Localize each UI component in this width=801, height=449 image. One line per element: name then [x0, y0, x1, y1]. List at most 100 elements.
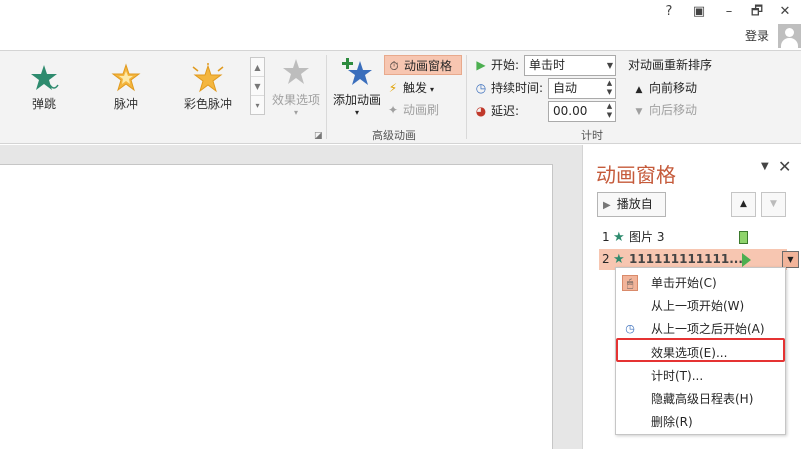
delay-label: ◕ 延迟:: [474, 101, 519, 121]
gallery-scrollbar[interactable]: ▲ ▼ ▾: [250, 57, 265, 115]
move-up-button[interactable]: ▲: [731, 192, 756, 217]
delay-value: 00.00: [553, 104, 588, 118]
triangle-down-icon: ▼: [635, 107, 643, 117]
delay-input[interactable]: 00.00 ▲ ▼: [548, 101, 616, 122]
close-button[interactable]: ✕: [772, 2, 798, 22]
animation-row[interactable]: 1 ★ 图片 3: [602, 227, 788, 248]
bounce-star-icon: [31, 65, 59, 90]
row-index: 1: [602, 230, 610, 244]
animation-pane-button[interactable]: ⏱ 动画窗格: [384, 55, 462, 75]
row-name: 图片 3: [629, 230, 665, 244]
menu-item-label: 从上一项之后开始(A): [651, 322, 765, 336]
start-select-value: 单击时: [529, 58, 566, 72]
chevron-down-icon: ▾: [354, 108, 359, 117]
add-animation-star-icon: [342, 58, 372, 85]
start-label: ▶ 开始:: [474, 55, 519, 75]
play-icon: ▶: [476, 58, 486, 72]
color-pulse-star-icon: [192, 63, 224, 93]
timing-play-icon[interactable]: [742, 253, 751, 267]
title-bar: ? ▣ – 🗗 ✕ 登录: [0, 0, 801, 50]
gallery-more-icon[interactable]: ▾: [251, 96, 264, 115]
chevron-down-icon: ▾: [430, 85, 435, 94]
play-icon: ▶: [603, 200, 611, 211]
menu-item-label: 隐藏高级日程表(H): [651, 392, 754, 406]
move-earlier-button[interactable]: ▲ 向前移动: [632, 78, 697, 98]
gallery-label: 彩色脉冲: [183, 97, 232, 111]
slide[interactable]: [0, 164, 553, 449]
reorder-title: 对动画重新排序: [628, 58, 713, 72]
animation-painter-button[interactable]: ✦ 动画刷: [386, 100, 439, 120]
star-icon: ★: [613, 230, 625, 245]
triangle-down-icon: ▼: [770, 199, 777, 209]
painter-star-icon: ✦: [387, 103, 399, 117]
clock-icon: ◷: [475, 81, 487, 95]
duration-label-text: 持续时间:: [491, 81, 544, 95]
menu-item-label: 单击开始(C): [651, 276, 717, 290]
menu-item-timing[interactable]: 计时(T)...: [616, 365, 785, 387]
dialog-launcher-icon[interactable]: ◪: [314, 131, 323, 141]
move-later-button[interactable]: ▼ 向后移动: [632, 100, 697, 120]
menu-item-label: 删除(R): [651, 415, 693, 429]
gallery-item-color-pulse[interactable]: 彩色脉冲: [176, 57, 240, 115]
start-select[interactable]: 单击时 ▼: [524, 55, 616, 76]
delay-clock-icon: ◕: [475, 104, 487, 118]
help-button[interactable]: ?: [656, 2, 682, 22]
gallery-item-bounce[interactable]: 弹跳: [12, 57, 76, 115]
avatar[interactable]: [778, 24, 801, 48]
spinner-icon[interactable]: ▲ ▼: [604, 79, 615, 98]
start-label-text: 开始:: [491, 58, 520, 72]
mouse-click-icon: 🖱: [622, 275, 638, 291]
menu-item-label: 计时(T)...: [651, 369, 704, 383]
animation-pane-icon: ⏱: [389, 59, 399, 73]
slide-canvas: [0, 145, 582, 449]
gallery-scroll-down-icon[interactable]: ▼: [251, 77, 264, 96]
minimize-button[interactable]: –: [716, 2, 742, 22]
trigger-button[interactable]: ⚡ 触发 ▾: [386, 78, 434, 98]
trigger-label: 触发: [403, 81, 428, 95]
menu-item-remove[interactable]: 删除(R): [616, 411, 785, 433]
play-from-label: 播放自: [616, 197, 653, 211]
menu-item-label: 从上一项开始(W): [651, 299, 745, 313]
close-icon[interactable]: ✕: [778, 157, 791, 176]
add-animation-button[interactable]: 添加动画 ▾: [330, 55, 384, 117]
triangle-up-icon: ▲: [740, 199, 747, 209]
sign-in-link[interactable]: 登录: [745, 27, 769, 44]
duration-input[interactable]: 自动 ▲ ▼: [548, 78, 616, 99]
clock-icon: ◷: [625, 322, 635, 335]
menu-item-on-click[interactable]: 🖱 单击开始(C): [616, 272, 785, 294]
row-dropdown-button[interactable]: ▼: [782, 251, 799, 268]
delay-label-text: 延迟:: [491, 104, 520, 118]
move-earlier-label: 向前移动: [649, 81, 698, 95]
chevron-down-icon: ▼: [606, 61, 613, 70]
restore-button[interactable]: 🗗: [744, 2, 770, 22]
triangle-up-icon: ▲: [635, 85, 643, 95]
effect-options-star-icon: [283, 59, 309, 84]
highlight-box: [616, 338, 785, 362]
pane-title: 动画窗格: [596, 163, 676, 187]
gallery-scroll-up-icon[interactable]: ▲: [251, 58, 264, 77]
duration-value: 自动: [553, 81, 578, 95]
ribbon: 弹跳 脉冲 彩色脉冲 ▲ ▼ ▾ 效果选项 ▾ ◪ 添加动画 ▾ ⏱ 动画窗格 …: [0, 50, 801, 144]
menu-item-hide-advanced-timeline[interactable]: 隐藏高级日程表(H): [616, 388, 785, 410]
chevron-down-icon: ▾: [293, 108, 298, 117]
group-label-timing: 计时: [581, 129, 603, 142]
gallery-label: 脉冲: [113, 97, 138, 111]
move-down-button[interactable]: ▼: [761, 192, 786, 217]
menu-item-after-previous[interactable]: ◷ 从上一项之后开始(A): [616, 318, 785, 340]
pulse-star-icon: [111, 63, 141, 92]
gallery-item-pulse[interactable]: 脉冲: [94, 57, 158, 115]
ribbon-display-options-button[interactable]: ▣: [686, 2, 712, 22]
gallery-label: 弹跳: [31, 97, 56, 111]
play-from-button[interactable]: ▶ 播放自: [597, 192, 666, 217]
effect-options-button[interactable]: 效果选项 ▾: [268, 57, 324, 117]
animation-pane-label: 动画窗格: [404, 59, 453, 73]
lightning-icon: ⚡: [388, 81, 398, 95]
pane-options-icon[interactable]: ▼: [761, 161, 769, 172]
animation-painter-label: 动画刷: [403, 103, 440, 117]
menu-item-with-previous[interactable]: 从上一项开始(W): [616, 295, 785, 317]
add-animation-label: 添加动画: [332, 93, 381, 107]
spinner-icon[interactable]: ▲ ▼: [604, 102, 615, 121]
timing-bar[interactable]: [739, 231, 748, 244]
row-index: 2: [602, 252, 610, 266]
move-later-label: 向后移动: [649, 103, 698, 117]
